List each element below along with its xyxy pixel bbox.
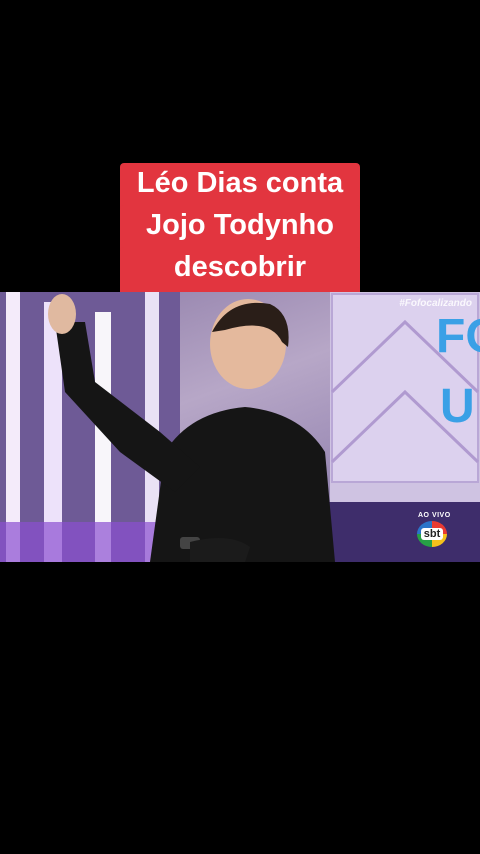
light-column-1 <box>6 292 20 562</box>
video-frame[interactable]: FO U <box>0 292 480 562</box>
sbt-channel-logo: sbt <box>417 521 447 547</box>
screen-logo-letters: FO <box>436 310 480 363</box>
live-label: AO VIVO <box>418 512 451 519</box>
hashtag-watermark: #Fofocalizando <box>399 298 472 309</box>
video-scene: FO U <box>0 292 480 562</box>
svg-text:U: U <box>440 380 475 433</box>
desk <box>320 502 480 562</box>
